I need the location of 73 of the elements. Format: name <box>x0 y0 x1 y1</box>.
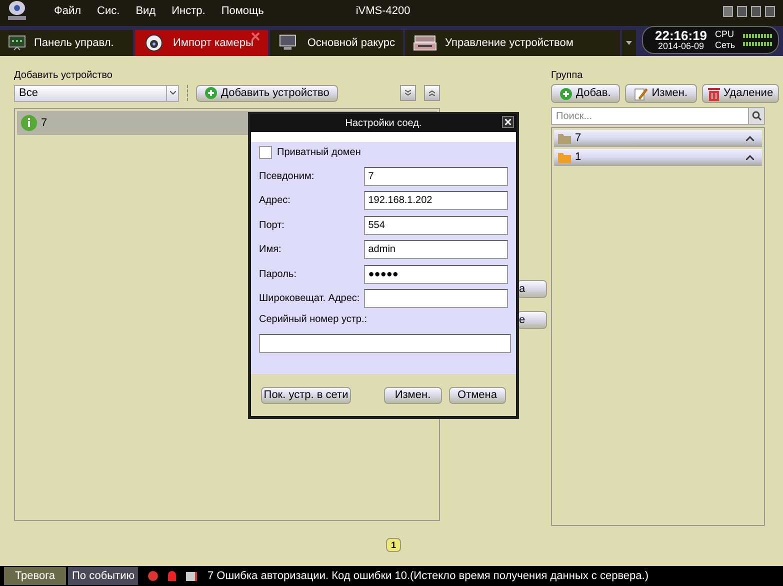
group-row[interactable]: 1 <box>554 149 762 166</box>
collapse-caret-icon[interactable] <box>746 155 754 160</box>
pencil-icon <box>634 86 648 100</box>
group-name: 1 <box>575 150 582 166</box>
network-meter-icon <box>743 42 774 46</box>
chevron-down-icon <box>166 86 178 100</box>
plus-icon <box>560 88 572 100</box>
action-button[interactable]: е <box>517 311 547 329</box>
cpu-label: CPU <box>715 29 736 40</box>
collapse-all-icon[interactable] <box>424 85 440 101</box>
module-tab[interactable]: Импорт камеры <box>135 30 268 56</box>
dialog-button[interactable]: Отмена <box>448 386 506 404</box>
group-button[interactable]: Удаление <box>702 84 780 103</box>
menu-item[interactable]: Вид <box>136 2 156 20</box>
network-label: Сеть <box>715 40 736 51</box>
page-button[interactable]: 1 <box>386 538 401 552</box>
field-label: Пароль: <box>259 268 298 282</box>
alarm-icon[interactable] <box>148 571 158 581</box>
checkbox-label: Приватный домен <box>277 146 361 160</box>
checkbox[interactable] <box>259 146 272 158</box>
section-title: Добавить устройство <box>14 69 114 83</box>
module-tab[interactable]: Панель управл. <box>0 30 133 56</box>
status-tab[interactable]: Тревога <box>4 567 66 585</box>
device-name: 7 <box>41 116 48 131</box>
status-message: 7 Ошибка авторизации. Код ошибки 10.(Истекло время получения данных с сервера.) <box>207 568 648 584</box>
clock-date: 2014-06-09 <box>658 42 704 51</box>
module-tab[interactable]: Основной ракурс <box>270 30 403 56</box>
status-tab[interactable]: По событию <box>68 567 138 585</box>
menu-item[interactable]: Помощь <box>221 2 264 20</box>
add-device-button[interactable]: Добавить устройство <box>196 84 338 102</box>
field-label: Адрес: <box>259 194 292 208</box>
close-button[interactable] <box>502 116 514 128</box>
dropdown-caret-icon[interactable] <box>622 30 636 56</box>
input-field[interactable]: 554 <box>364 216 508 235</box>
group-button[interactable]: Измен. <box>624 84 697 103</box>
expand-all-icon[interactable] <box>400 85 416 101</box>
field-label: Псевдоним: <box>259 170 316 184</box>
action-button[interactable]: а <box>517 280 547 298</box>
section-title: Группа <box>551 69 584 83</box>
cpu-meter-icon <box>743 34 774 38</box>
search-icon[interactable] <box>749 107 765 125</box>
menu-item[interactable]: Сис. <box>97 2 120 20</box>
dashboard-icon <box>8 35 26 51</box>
input-field[interactable]: 192.168.1.202 <box>364 191 508 210</box>
siren-icon[interactable] <box>168 571 176 581</box>
trash-icon <box>708 86 720 100</box>
menu-item[interactable]: Инстр. <box>172 2 206 20</box>
device-icon <box>413 34 437 52</box>
password-field[interactable]: ●●●●● <box>364 264 508 284</box>
field-label: Имя: <box>259 243 282 258</box>
info-icon <box>21 115 37 131</box>
dialog-button[interactable]: Измен. <box>384 386 442 404</box>
camera-icon <box>143 33 165 53</box>
group-name: 7 <box>575 131 582 146</box>
input-field[interactable]: 7 <box>364 166 508 186</box>
group-row[interactable]: 7 <box>554 130 762 147</box>
dialog-button[interactable]: Пок. устр. в сети <box>261 386 351 404</box>
field-label: Широковещат. Адрес: <box>259 292 361 306</box>
dialog-title: Настройки соед. <box>345 116 422 130</box>
search-field[interactable]: Поиск... <box>551 107 749 125</box>
group-button[interactable]: Добав. <box>551 84 620 103</box>
window-title: iVMS-4200 <box>356 4 410 19</box>
plus-icon <box>205 87 217 99</box>
menu-item[interactable]: Файл <box>54 2 82 20</box>
field-label: Порт: <box>259 218 286 233</box>
module-tab[interactable]: Управление устройством <box>405 30 620 56</box>
input-field[interactable]: admin <box>364 240 508 260</box>
field-label: Серийный номер устр.: <box>259 313 368 327</box>
input-field[interactable] <box>364 289 508 308</box>
clock-time: 22:16:19 <box>655 29 708 42</box>
collapse-caret-icon[interactable] <box>746 136 754 141</box>
filter-dropdown[interactable]: Все <box>14 84 179 102</box>
input-field[interactable] <box>259 334 511 353</box>
